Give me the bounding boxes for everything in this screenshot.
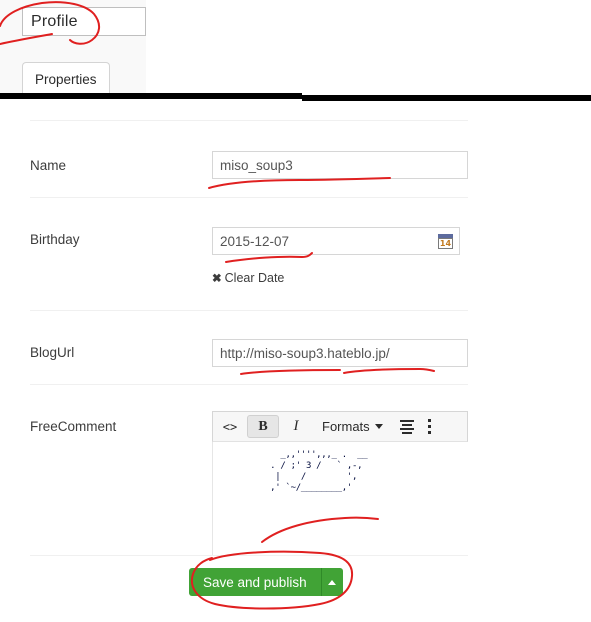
blogurl-input[interactable]	[212, 339, 468, 367]
row-separator	[30, 197, 468, 198]
chevron-up-icon	[328, 579, 337, 585]
node-name-box[interactable]: Profile	[22, 7, 146, 36]
field-label-freecomment: FreeComment	[30, 419, 117, 434]
row-separator	[30, 555, 468, 556]
align-line	[399, 427, 414, 430]
more-toolbar-icon[interactable]	[422, 412, 438, 441]
italic-button[interactable]: I	[279, 412, 313, 441]
formats-dropdown-label: Formats	[322, 419, 370, 434]
bold-button[interactable]: B	[247, 415, 279, 438]
birthday-input[interactable]	[212, 227, 435, 255]
editor-header: Profile Properties	[0, 0, 591, 96]
freecomment-ascii-art: _,,'''',,,_ . __ . / ;' 3 / ` ,-, | / ',…	[270, 450, 368, 493]
clear-date-label: Clear Date	[224, 271, 285, 285]
align-line	[401, 423, 412, 426]
chevron-down-icon	[374, 424, 383, 429]
calendar-icon[interactable]: 14	[432, 227, 460, 255]
dot	[428, 425, 432, 428]
name-input[interactable]	[212, 151, 468, 179]
source-code-icon[interactable]: <>	[213, 412, 247, 441]
save-options-dropdown-button[interactable]	[320, 568, 343, 596]
rich-text-toolbar: <> B I Formats	[212, 411, 468, 442]
align-line	[401, 431, 412, 434]
save-and-publish-button[interactable]: Save and publish	[189, 568, 321, 596]
row-separator	[30, 384, 468, 385]
field-label-birthday: Birthday	[30, 232, 80, 247]
properties-form: Name Birthday 14 ✖ Clear Date BlogUrl Fr…	[0, 101, 591, 622]
align-left-icon[interactable]	[392, 412, 422, 441]
save-button-group: Save and publish	[189, 568, 343, 596]
black-divider-left	[0, 93, 302, 99]
rich-text-editor-body[interactable]: _,,'''',,,_ . __ . / ;' 3 / ` ,-, | / ',…	[212, 442, 468, 555]
calendar-glyph: 14	[438, 233, 453, 249]
dot	[428, 431, 432, 434]
formats-dropdown[interactable]: Formats	[313, 412, 392, 441]
tab-strip: Properties	[0, 62, 146, 96]
node-name-text: Profile	[31, 12, 78, 30]
field-label-blogurl: BlogUrl	[30, 345, 75, 360]
header-blank-area	[146, 0, 591, 96]
align-line	[399, 419, 414, 422]
field-label-name: Name	[30, 158, 67, 173]
tab-properties[interactable]: Properties	[22, 62, 110, 96]
calendar-day-number: 14	[438, 237, 453, 249]
tab-properties-label: Properties	[35, 72, 97, 87]
dot	[428, 419, 432, 422]
row-separator	[30, 310, 468, 311]
row-separator	[30, 120, 468, 121]
clear-date-link[interactable]: ✖ Clear Date	[212, 271, 284, 285]
close-icon: ✖	[212, 273, 222, 285]
